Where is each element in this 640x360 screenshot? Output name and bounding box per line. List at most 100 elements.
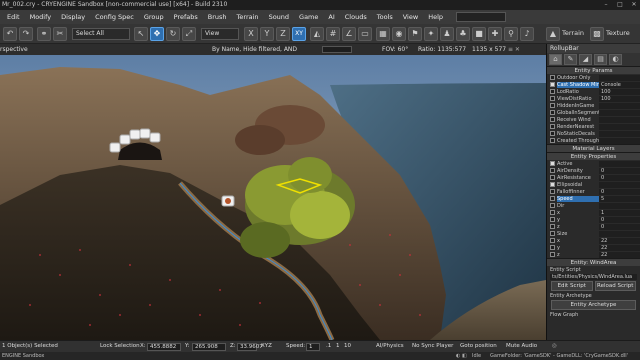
entity-property-row[interactable]: x 22 [547, 237, 640, 244]
entity-param-checkbox[interactable] [550, 117, 555, 122]
link-icon[interactable]: ⚭ [37, 27, 51, 41]
entity-property-checkbox[interactable] [550, 245, 555, 250]
unlink-icon[interactable]: ✂ [53, 27, 67, 41]
axis-xy-button[interactable]: XY [292, 27, 306, 41]
walk-icon[interactable]: ♟ [440, 27, 454, 41]
puzzle-icon[interactable]: ✚ [488, 27, 502, 41]
entity-param-value[interactable] [599, 123, 640, 130]
entity-property-value[interactable]: 1 [599, 209, 640, 216]
entity-property-row[interactable]: z 22 [547, 251, 640, 258]
goto-position-button[interactable]: Goto position [460, 341, 497, 352]
y-coordinate-field[interactable]: 265.908 [192, 343, 226, 351]
menu-view[interactable]: View [398, 13, 423, 21]
entity-param-value[interactable]: Console [599, 81, 640, 88]
entity-script-path[interactable]: ts/Entities/Physics/WindArea.lua [550, 273, 637, 280]
entity-property-row[interactable]: Dir [547, 202, 640, 209]
entity-property-value[interactable]: 5 [599, 195, 640, 202]
layers-tab-icon[interactable]: ◐ [609, 54, 622, 65]
box-icon[interactable]: ■ [472, 27, 486, 41]
entity-param-value[interactable]: 100 [599, 88, 640, 95]
entity-property-checkbox[interactable] [550, 203, 555, 208]
undo-icon[interactable]: ↶ [3, 27, 17, 41]
entity-param-checkbox[interactable] [550, 96, 555, 101]
viewport-search-input[interactable] [322, 46, 352, 53]
menu-help[interactable]: Help [423, 13, 448, 21]
entity-property-value[interactable]: 0 [599, 174, 640, 181]
ruler-icon[interactable]: ▭ [358, 27, 372, 41]
speed-1-button[interactable]: 1 [336, 341, 340, 352]
texture-label[interactable]: Texture [606, 29, 630, 37]
entity-param-row[interactable]: Created Through [547, 137, 640, 144]
scale-icon[interactable]: ⤢ [182, 27, 196, 41]
terrain-label[interactable]: Terrain [562, 29, 584, 37]
terrain-icon[interactable]: ▲ [546, 27, 560, 41]
entity-param-checkbox[interactable] [550, 124, 555, 129]
entity-param-row[interactable]: GlobalInSegments [547, 109, 640, 116]
note-icon[interactable]: ♪ [520, 27, 534, 41]
entity-param-checkbox[interactable] [550, 110, 555, 115]
entity-property-checkbox[interactable] [550, 161, 555, 166]
entity-property-row[interactable]: AirDensity 0 [547, 167, 640, 174]
entity-property-value[interactable]: 22 [599, 244, 640, 251]
terrain-tab-icon[interactable]: ◢ [579, 54, 592, 65]
menu-prefabs[interactable]: Prefabs [169, 13, 203, 21]
entity-param-checkbox[interactable] [550, 75, 555, 80]
entity-property-checkbox[interactable] [550, 231, 555, 236]
texture-icon[interactable]: ▩ [590, 27, 604, 41]
mute-audio-button[interactable]: Mute Audio [506, 341, 537, 352]
entity-property-checkbox[interactable] [550, 210, 555, 215]
selection-mask-select[interactable]: Select All [72, 28, 130, 40]
entity-param-value[interactable] [599, 102, 640, 109]
reload-script-button[interactable]: Reload Script [594, 281, 636, 291]
viewport-size[interactable]: 1135 x 577 [472, 44, 506, 55]
axis-x-button[interactable]: X [244, 27, 258, 41]
menu-terrain[interactable]: Terrain [232, 13, 264, 21]
entity-property-value[interactable] [599, 181, 640, 188]
entity-property-value[interactable]: 22 [599, 237, 640, 244]
menu-search-input[interactable] [456, 12, 507, 22]
material-layers-title[interactable]: Material Layers [547, 144, 640, 152]
modify-tab-icon[interactable]: ✎ [564, 54, 577, 65]
entity-property-value[interactable] [599, 160, 640, 167]
entity-property-row[interactable]: y 22 [547, 244, 640, 251]
entity-property-value[interactable]: 0 [599, 188, 640, 195]
flag-icon[interactable]: ⚑ [408, 27, 422, 41]
entity-property-row[interactable]: Speed 5 [547, 195, 640, 202]
menu-sound[interactable]: Sound [264, 13, 294, 21]
redo-icon[interactable]: ↷ [19, 27, 33, 41]
menu-group[interactable]: Group [139, 13, 169, 21]
entity-param-checkbox[interactable] [550, 103, 555, 108]
lightbulb-icon[interactable]: ✦ [424, 27, 438, 41]
menu-edit[interactable]: Edit [2, 13, 25, 21]
menu-game[interactable]: Game [294, 13, 323, 21]
ai-physics-button[interactable]: AI/Physics [376, 341, 404, 352]
entity-property-value[interactable]: 0 [599, 223, 640, 230]
reference-coord-select[interactable]: View [201, 28, 239, 40]
entity-property-row[interactable]: Ellipsoidal [547, 181, 640, 188]
speed-10-button[interactable]: 10 [344, 341, 351, 352]
viewport-name[interactable]: rspective [0, 44, 28, 55]
viewport-ratio[interactable]: Ratio: 1135:577 [418, 44, 466, 55]
edit-script-button[interactable]: Edit Script [551, 281, 593, 291]
pin-icon[interactable]: ⚲ [504, 27, 518, 41]
entity-property-checkbox[interactable] [550, 196, 555, 201]
camera-icon[interactable]: ◉ [392, 27, 406, 41]
entity-param-value[interactable] [599, 109, 640, 116]
entity-property-row[interactable]: Active [547, 160, 640, 167]
entity-property-checkbox[interactable] [550, 252, 555, 257]
snap-angle-icon[interactable]: ∠ [342, 27, 356, 41]
entity-property-row[interactable]: Size [547, 230, 640, 237]
menu-brush[interactable]: Brush [203, 13, 232, 21]
entity-param-row[interactable]: Cast Shadow Min Console [547, 81, 640, 88]
entity-property-checkbox[interactable] [550, 182, 555, 187]
rotate-icon[interactable]: ↻ [166, 27, 180, 41]
select-icon[interactable]: ↖ [134, 27, 148, 41]
vr-icon[interactable]: ◎ [552, 341, 557, 352]
entity-param-checkbox[interactable] [550, 82, 555, 87]
entity-property-value[interactable]: 0 [599, 216, 640, 223]
entity-property-value[interactable]: 0 [599, 167, 640, 174]
entity-property-checkbox[interactable] [550, 217, 555, 222]
entity-property-checkbox[interactable] [550, 189, 555, 194]
entity-param-value[interactable] [599, 116, 640, 123]
entity-windarea-title[interactable]: Entity: WindArea [547, 258, 640, 266]
